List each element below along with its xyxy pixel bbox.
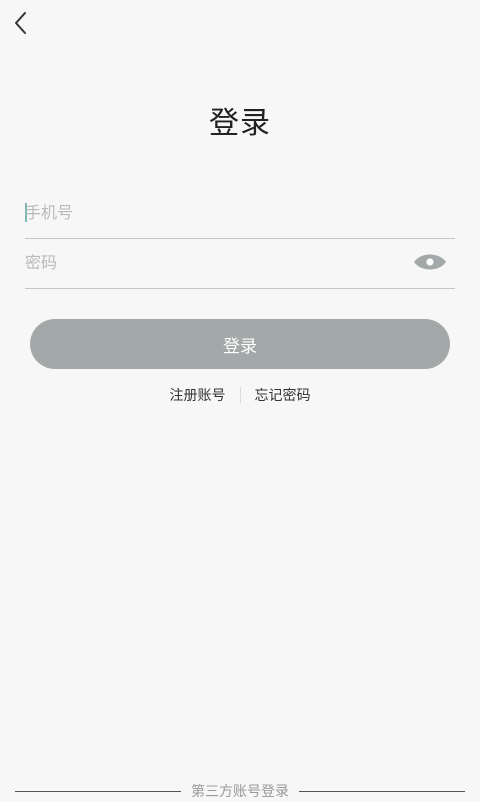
divider-line-left bbox=[15, 790, 181, 792]
register-link[interactable]: 注册账号 bbox=[156, 385, 240, 405]
phone-input[interactable] bbox=[25, 188, 405, 236]
chevron-left-icon bbox=[15, 12, 26, 34]
password-visibility-toggle[interactable] bbox=[413, 250, 447, 274]
forgot-password-link[interactable]: 忘记密码 bbox=[241, 385, 325, 405]
login-button[interactable]: 登录 bbox=[30, 319, 450, 369]
account-links: 注册账号 忘记密码 bbox=[0, 384, 480, 406]
third-party-login-section: 第三方账号登录 bbox=[15, 780, 465, 802]
password-input[interactable] bbox=[25, 238, 405, 286]
divider-line-right bbox=[299, 790, 465, 792]
phone-field bbox=[25, 188, 455, 239]
password-field bbox=[25, 238, 455, 289]
eye-icon bbox=[414, 254, 446, 270]
back-button[interactable] bbox=[6, 8, 36, 38]
third-party-login-label: 第三方账号登录 bbox=[191, 784, 289, 800]
page-title: 登录 bbox=[209, 106, 271, 141]
